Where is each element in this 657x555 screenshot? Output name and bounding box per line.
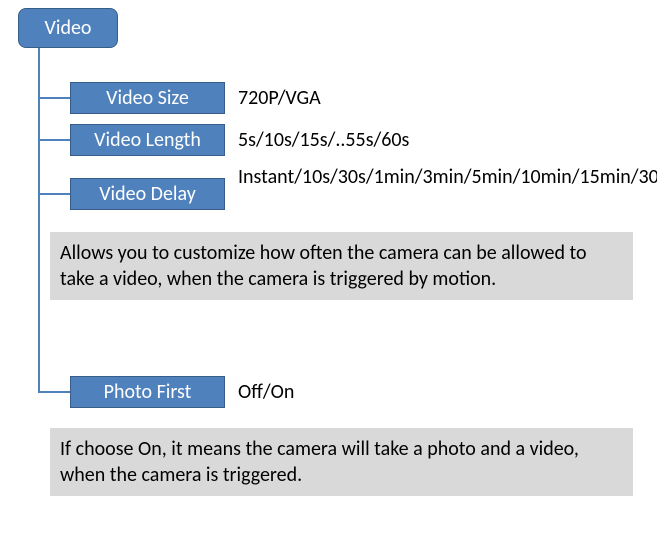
- value-video-delay: Instant/10s/30s/1min/3min/5min/10min/15m…: [238, 164, 638, 190]
- node-photo-first: Photo First: [70, 376, 225, 408]
- tree-branch: [38, 139, 70, 141]
- node-label: Video Size: [106, 86, 189, 110]
- node-video-delay: Video Delay: [70, 178, 225, 210]
- node-label: Photo First: [104, 380, 192, 404]
- value-video-length: 5s/10s/15s/..55s/60s: [238, 128, 409, 152]
- node-video-length: Video Length: [70, 124, 225, 156]
- tree-trunk: [38, 48, 40, 393]
- tree-branch: [38, 193, 70, 195]
- value-photo-first: Off/On: [238, 380, 294, 404]
- node-label: Video Length: [94, 128, 201, 152]
- node-label: Video Delay: [99, 182, 196, 206]
- value-video-size: 720P/VGA: [238, 86, 321, 110]
- root-label: Video: [45, 16, 92, 40]
- node-video-size: Video Size: [70, 82, 225, 114]
- root-video: Video: [18, 8, 118, 48]
- desc-photo-first: If choose On, it means the camera will t…: [50, 428, 633, 496]
- desc-video-delay: Allows you to customize how often the ca…: [50, 232, 633, 300]
- tree-branch: [38, 97, 70, 99]
- tree-branch: [38, 391, 70, 393]
